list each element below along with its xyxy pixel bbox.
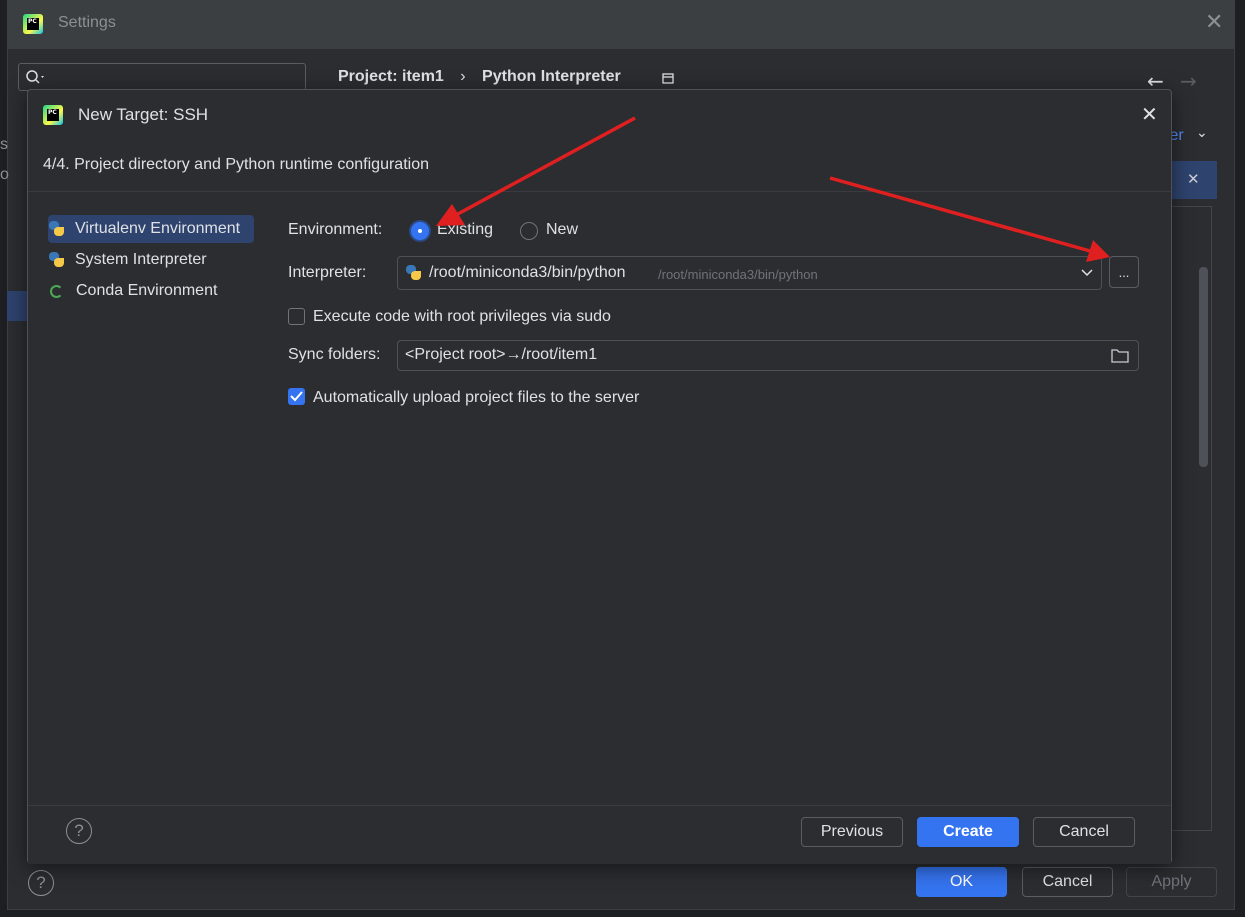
dialog-title: New Target: SSH [78,105,209,124]
pycharm-logo-icon: PC [23,14,43,34]
chevron-down-icon [1081,269,1093,277]
dialog-close-icon[interactable]: ✕ [1141,102,1158,126]
upload-checkbox[interactable] [288,388,305,405]
banner-close-icon[interactable]: ✕ [1187,170,1200,188]
sidebar-text-fragment: s [0,136,8,153]
settings-titlebar: PC Settings ✕ [8,1,1234,49]
breadcrumb: Project: item1 › Python Interpreter [338,68,633,86]
settings-cancel-button[interactable]: Cancel [1022,867,1113,897]
virtualenv-icon [48,220,66,238]
window-icon[interactable] [662,73,674,85]
step-description: 4/4. Project directory and Python runtim… [43,156,429,173]
settings-help-button[interactable]: ? [28,870,54,896]
forward-arrow-icon[interactable]: → [1180,69,1197,93]
new-target-ssh-dialog: PC New Target: SSH ✕ 4/4. Project direct… [27,89,1172,864]
dialog-help-button[interactable]: ? [66,818,92,844]
checkmark-icon [290,391,303,402]
sync-folders-value: <Project root>→/root/item1 [405,346,598,363]
breadcrumb-separator: › [460,68,466,85]
upload-label[interactable]: Automatically upload project files to th… [313,389,639,407]
settings-search-input[interactable] [18,63,306,91]
dialog-cancel-button[interactable]: Cancel [1033,817,1135,847]
info-banner: ✕ [1170,161,1217,199]
sudo-label[interactable]: Execute code with root privileges via su… [313,308,611,326]
env-item-label: Virtualenv Environment [75,220,241,237]
env-item-system[interactable]: System Interpreter [48,246,207,274]
environment-label: Environment: [288,221,383,238]
pycharm-logo-icon: PC [43,105,63,125]
sidebar-text-fragment: o [0,166,9,183]
breadcrumb-python-interpreter: Python Interpreter [482,68,621,85]
apply-button[interactable]: Apply [1126,867,1217,897]
header-divider [28,191,1171,192]
env-item-label: System Interpreter [75,251,207,268]
interpreter-value: /root/miniconda3/bin/python [429,264,626,281]
interpreter-select[interactable]: /root/miniconda3/bin/python /root/minico… [397,256,1102,290]
sync-folders-label: Sync folders: [288,346,381,363]
python-icon [48,251,66,269]
interpreter-hint: /root/miniconda3/bin/python [658,267,818,282]
settings-title: Settings [58,14,116,31]
dialog-footer: ? Previous Create Cancel [28,805,1171,864]
settings-close-icon[interactable]: ✕ [1205,10,1223,35]
browse-interpreter-button[interactable]: ... [1109,256,1139,288]
breadcrumb-project[interactable]: Project: item1 [338,68,444,85]
scrollbar[interactable] [1199,267,1208,467]
env-item-label: Conda Environment [76,282,218,299]
existing-radio[interactable] [411,222,429,240]
env-item-conda[interactable]: Conda Environment [48,277,217,305]
previous-button[interactable]: Previous [801,817,903,847]
new-label[interactable]: New [546,221,578,239]
folder-icon[interactable] [1111,348,1129,363]
existing-label[interactable]: Existing [437,221,493,239]
conda-icon [50,284,63,298]
ok-button[interactable]: OK [916,867,1007,897]
sidebar-selected-item[interactable] [7,291,27,321]
sync-folders-field[interactable]: <Project root>→/root/item1 [397,340,1139,371]
sudo-checkbox[interactable] [288,308,305,325]
chevron-down-icon[interactable]: ⌄ [1196,125,1208,141]
create-button[interactable]: Create [917,817,1019,847]
new-radio[interactable] [520,222,538,240]
search-icon [26,70,44,84]
env-item-virtualenv[interactable]: Virtualenv Environment [48,215,254,243]
interpreter-label: Interpreter: [288,264,367,281]
